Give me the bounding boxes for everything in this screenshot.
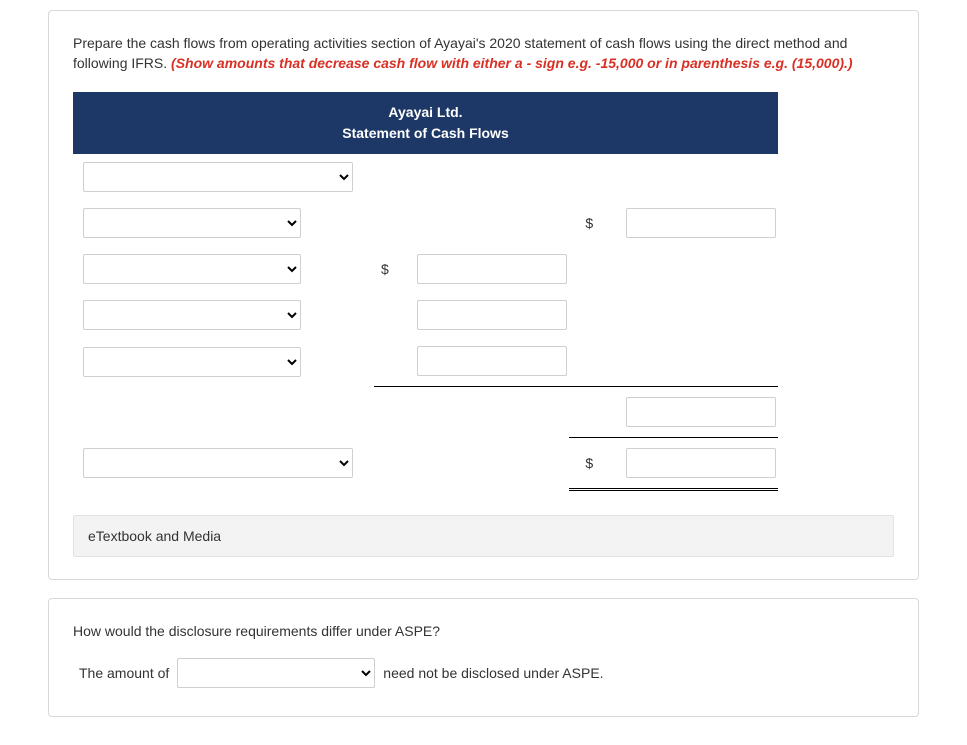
row3-description-dropdown[interactable]	[83, 254, 301, 284]
row3-amount-input[interactable]	[417, 254, 567, 284]
currency-symbol: $	[569, 437, 600, 489]
company-name: Ayayai Ltd.	[73, 102, 778, 123]
instruction-text: Prepare the cash flows from operating ac…	[73, 33, 894, 74]
q2-suffix: need not be disclosed under ASPE.	[383, 665, 603, 681]
row6-subtotal-input[interactable]	[626, 397, 776, 427]
question-card-1: Prepare the cash flows from operating ac…	[48, 10, 919, 580]
worksheet-header: Ayayai Ltd. Statement of Cash Flows	[73, 92, 778, 154]
row5-description-dropdown[interactable]	[83, 347, 301, 377]
q2-prompt: How would the disclosure requirements di…	[73, 621, 894, 642]
row7-description-dropdown[interactable]	[83, 448, 353, 478]
etextbook-media-label: eTextbook and Media	[88, 528, 221, 544]
row1-description-dropdown[interactable]	[83, 162, 353, 192]
worksheet: Ayayai Ltd. Statement of Cash Flows	[73, 92, 778, 491]
currency-symbol: $	[374, 246, 394, 292]
etextbook-media-button[interactable]: eTextbook and Media	[73, 515, 894, 557]
q2-prefix: The amount of	[79, 665, 169, 681]
row2-description-dropdown[interactable]	[83, 208, 301, 238]
row2-amount-input[interactable]	[626, 208, 776, 238]
row7-total-input[interactable]	[626, 448, 776, 478]
q2-answer-line: The amount of need not be disclosed unde…	[79, 658, 894, 688]
statement-title: Statement of Cash Flows	[73, 123, 778, 144]
instruction-hint: (Show amounts that decrease cash flow wi…	[171, 55, 853, 71]
row5-amount-input[interactable]	[417, 346, 567, 376]
currency-symbol: $	[569, 200, 600, 246]
row4-amount-input[interactable]	[417, 300, 567, 330]
question-card-2: How would the disclosure requirements di…	[48, 598, 919, 717]
row4-description-dropdown[interactable]	[83, 300, 301, 330]
q2-dropdown[interactable]	[177, 658, 375, 688]
